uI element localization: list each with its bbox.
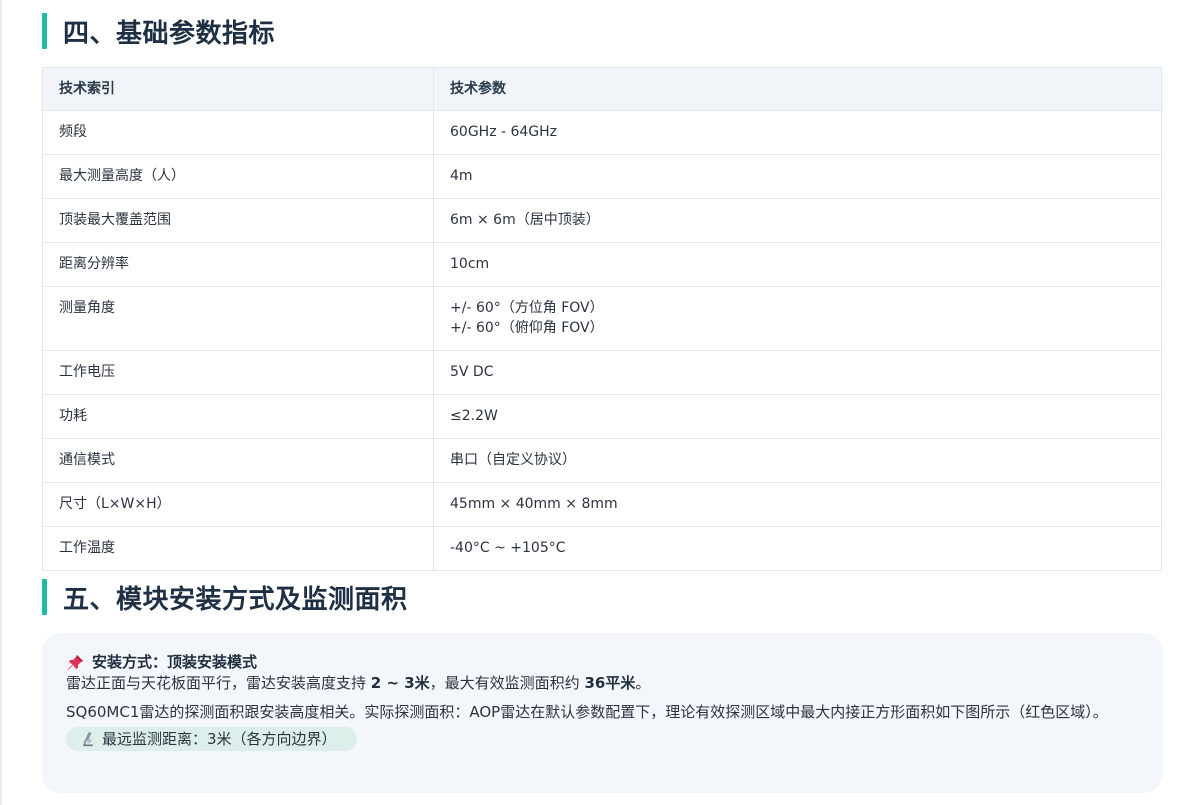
spec-key-cell: 距离分辨率	[42, 242, 434, 287]
spec-value-line: 串口（自定义协议）	[450, 452, 576, 468]
note-emphasis: 36平米	[584, 674, 636, 692]
table-row: 距离分辨率 10cm	[42, 242, 1162, 287]
spec-value-cell: 10cm	[433, 242, 1162, 287]
spec-value-cell: 45mm × 40mm × 8mm	[433, 482, 1162, 527]
spec-value-line: -40°C ~ +105°C	[450, 540, 566, 556]
table-row: 工作电压 5V DC	[42, 350, 1162, 395]
pushpin-icon	[66, 654, 84, 672]
install-note-title: 安装方式：顶装安装模式	[66, 652, 1138, 673]
spec-key-cell: 频段	[42, 110, 434, 155]
microscope-icon	[80, 731, 96, 747]
install-note-title-text: 安装方式：顶装安装模式	[92, 653, 258, 671]
spec-key-cell: 顶装最大覆盖范围	[42, 198, 434, 243]
table-row: 通信模式 串口（自定义协议）	[42, 438, 1162, 483]
spec-value-line: ≤2.2W	[450, 408, 498, 424]
install-note-line: 雷达正面与天花板面平行，雷达安装高度支持 2 ~ 3米，最大有效监测面积约 36…	[66, 673, 1138, 694]
spec-value-line: 4m	[450, 168, 473, 184]
install-note-box: 安装方式：顶装安装模式 雷达正面与天花板面平行，雷达安装高度支持 2 ~ 3米，…	[42, 633, 1162, 793]
spec-key-cell: 最大测量高度（人）	[42, 154, 434, 199]
spec-key-cell: 通信模式	[42, 438, 434, 483]
note-text: 。	[635, 674, 651, 692]
note-emphasis: 2 ~ 3米	[370, 674, 430, 692]
spec-table: 技术索引 技术参数 频段 60GHz - 64GHz 最大测量高度（人） 4m 顶装最大…	[42, 67, 1162, 571]
spec-value-line: +/- 60°（俯仰角 FOV）	[450, 320, 604, 336]
note-text: ，最大有效监测面积约	[429, 674, 585, 692]
section-heading-5: 五、模块安装方式及监测面积	[42, 579, 408, 615]
spec-value-line: 6m × 6m（居中顶装）	[450, 212, 600, 228]
page-left-rule	[0, 0, 2, 805]
spec-value-cell: +/- 60°（方位角 FOV） +/- 60°（俯仰角 FOV）	[433, 286, 1162, 351]
table-row: 功耗 ≤2.2W	[42, 394, 1162, 439]
section-heading-4: 四、基础参数指标	[42, 13, 275, 49]
spec-value-line: 60GHz - 64GHz	[450, 124, 558, 140]
column-header: 技术参数	[433, 67, 1162, 111]
spec-value-line: 45mm × 40mm × 8mm	[450, 496, 618, 512]
spec-key-cell: 测量角度	[42, 286, 434, 351]
spec-value-cell: 5V DC	[433, 350, 1162, 395]
table-row: 顶装最大覆盖范围 6m × 6m（居中顶装）	[42, 198, 1162, 243]
section-title: 四、基础参数指标	[63, 18, 276, 49]
heading-accent-bar	[42, 579, 47, 615]
spec-value-cell: -40°C ~ +105°C	[433, 526, 1162, 571]
max-distance-badge: 最远监测距离：3米（各方向边界）	[66, 727, 357, 751]
heading-accent-bar	[42, 13, 47, 49]
table-row: 测量角度 +/- 60°（方位角 FOV） +/- 60°（俯仰角 FOV）	[42, 286, 1162, 351]
spec-value-cell: 串口（自定义协议）	[433, 438, 1162, 483]
spec-key-cell: 工作电压	[42, 350, 434, 395]
note-text: 雷达正面与天花板面平行，雷达安装高度支持	[66, 674, 371, 692]
spec-value-cell: ≤2.2W	[433, 394, 1162, 439]
max-distance-text: 最远监测距离：3米（各方向边界）	[102, 729, 337, 748]
spec-value-cell: 6m × 6m（居中顶装）	[433, 198, 1162, 243]
spec-key-cell: 尺寸（L×W×H）	[42, 482, 434, 527]
install-note-paragraph: SQ60MC1雷达的探测面积跟安装高度相关。实际探测面积：AOP雷达在默认参数配…	[66, 703, 1108, 721]
table-row: 工作温度 -40°C ~ +105°C	[42, 526, 1162, 571]
spec-value-line: +/- 60°（方位角 FOV）	[450, 300, 604, 316]
spec-value-line: 5V DC	[450, 364, 494, 380]
spec-value-cell: 60GHz - 64GHz	[433, 110, 1162, 155]
spec-value-cell: 4m	[433, 154, 1162, 199]
section-title: 五、模块安装方式及监测面积	[63, 584, 408, 615]
spec-key-cell: 工作温度	[42, 526, 434, 571]
column-header: 技术索引	[42, 67, 434, 111]
table-header-row: 技术索引 技术参数	[42, 67, 1162, 111]
table-row: 频段 60GHz - 64GHz	[42, 110, 1162, 155]
table-row: 尺寸（L×W×H） 45mm × 40mm × 8mm	[42, 482, 1162, 527]
spec-key-cell: 功耗	[42, 394, 434, 439]
table-row: 最大测量高度（人） 4m	[42, 154, 1162, 199]
spec-value-line: 10cm	[450, 256, 490, 272]
